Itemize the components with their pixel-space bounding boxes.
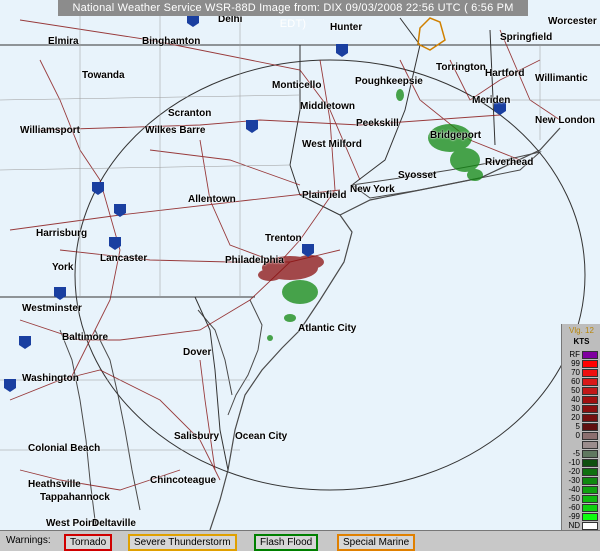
city-label: Salisbury xyxy=(174,431,220,442)
city-label: Washington xyxy=(22,373,79,384)
city-label: Colonial Beach xyxy=(28,443,101,454)
legend-swatch xyxy=(582,495,598,503)
legend-units: KTS xyxy=(573,337,590,346)
city-label: Westminster xyxy=(22,303,82,314)
city-label: Torrington xyxy=(436,62,486,73)
city-label: Philadelphia xyxy=(225,255,284,266)
legend-swatch xyxy=(582,432,598,440)
legend-swatch xyxy=(582,360,598,368)
warning-tornado-button[interactable]: Tornado xyxy=(64,534,113,551)
radar-map: Elmira Binghamton Hunter Worcester Springfie… xyxy=(0,0,600,530)
city-label: Dover xyxy=(183,347,212,358)
legend-swatch xyxy=(582,522,598,530)
city-label: York xyxy=(52,262,74,273)
city-label: Poughkeepsie xyxy=(355,76,423,87)
city-label: Deltaville xyxy=(92,518,136,529)
city-label: Worcester xyxy=(548,16,597,27)
city-label: Syosset xyxy=(398,170,437,181)
city-label: Plainfield xyxy=(302,190,347,201)
legend-swatch xyxy=(582,441,598,449)
city-label: Springfield xyxy=(500,32,553,43)
city-label: Meriden xyxy=(472,95,511,106)
legend-swatch xyxy=(582,459,598,467)
city-label: Chincoteague xyxy=(150,475,217,486)
legend-swatch xyxy=(582,387,598,395)
city-label: Scranton xyxy=(168,108,212,119)
city-label: Bridgeport xyxy=(430,130,482,141)
legend-swatch xyxy=(582,378,598,386)
city-label: New York xyxy=(350,184,395,195)
city-label: Baltimore xyxy=(62,332,109,343)
city-label: Monticello xyxy=(272,80,322,91)
city-label: Hunter xyxy=(330,22,363,33)
city-label: Wilkes Barre xyxy=(145,125,206,136)
legend-swatch xyxy=(582,513,598,521)
city-label: Williamsport xyxy=(20,125,80,136)
legend-swatch xyxy=(582,468,598,476)
city-label: Riverhead xyxy=(485,157,534,168)
legend-swatch xyxy=(582,405,598,413)
warning-special-marine-button[interactable]: Special Marine xyxy=(337,534,416,551)
legend-swatch xyxy=(582,486,598,494)
city-label: Harrisburg xyxy=(36,228,88,239)
warnings-label: Warnings: xyxy=(6,535,51,546)
warning-flash-flood-button[interactable]: Flash Flood xyxy=(254,534,319,551)
legend-swatch xyxy=(582,477,598,485)
city-label: Peekskill xyxy=(356,118,399,129)
warning-severe-thunderstorm-button[interactable]: Severe Thunderstorm xyxy=(128,534,237,551)
city-label: West Point xyxy=(46,518,98,529)
city-label: Lancaster xyxy=(100,253,148,264)
city-label: Towanda xyxy=(82,70,125,81)
city-label: Atlantic City xyxy=(298,323,357,334)
velocity-legend: Vlg. 12 KTS RF 99 70 60 50 40 30 20 5 0 -5 -10 -20 -3… xyxy=(561,324,600,530)
city-label: Allentown xyxy=(188,194,236,205)
city-label: Heathsville xyxy=(28,479,81,490)
radar-header: National Weather Service WSR-88D Image f… xyxy=(58,0,528,30)
legend-swatch xyxy=(582,369,598,377)
legend-swatch xyxy=(582,504,598,512)
city-label: Binghamton xyxy=(142,36,201,47)
warnings-bar: Warnings: Tornado Severe Thunderstorm Flas… xyxy=(0,530,600,551)
city-label: Tappahannock xyxy=(40,492,110,503)
legend-swatch xyxy=(582,450,598,458)
city-label: Elmira xyxy=(48,36,79,47)
legend-swatch xyxy=(582,414,598,422)
city-label: Hartford xyxy=(485,68,525,79)
city-label: New London xyxy=(535,115,595,126)
city-label: West Milford xyxy=(302,139,362,150)
legend-swatch xyxy=(582,423,598,431)
city-label: Ocean City xyxy=(235,431,288,442)
legend-title: Vlg. 12 xyxy=(569,326,594,335)
city-label: Middletown xyxy=(300,101,355,112)
city-label: Willimantic xyxy=(535,73,588,84)
legend-swatch xyxy=(582,396,598,404)
city-label: Trenton xyxy=(265,233,302,244)
legend-swatch xyxy=(582,351,598,359)
